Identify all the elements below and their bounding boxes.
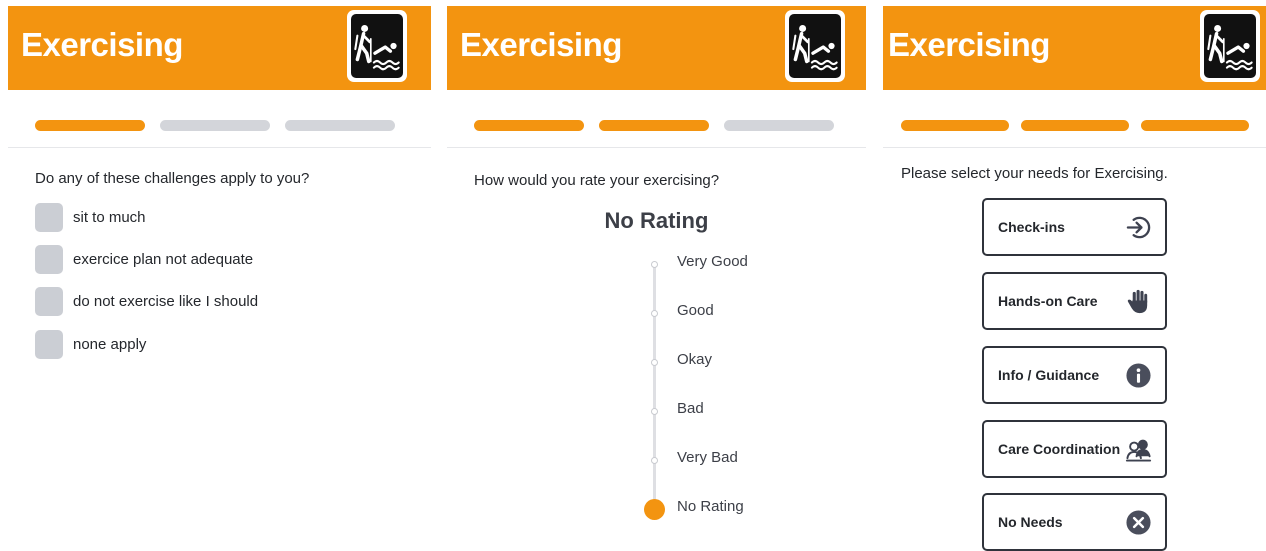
challenge-option-plan-not-adequate[interactable]: exercice plan not adequate (35, 245, 415, 275)
need-label: No Needs (998, 514, 1063, 530)
challenges-screen: Exercising Do any of these challenges ap… (8, 0, 431, 549)
progress-indicator (35, 120, 395, 131)
progress-indicator (901, 120, 1249, 131)
checkbox[interactable] (35, 287, 63, 316)
sign-in-arrow-icon (1125, 214, 1152, 241)
option-label: do not exercise like I should (73, 293, 259, 310)
progress-segment-2 (599, 120, 709, 131)
progress-segment-3 (724, 120, 834, 131)
hand-icon (1125, 288, 1152, 315)
rating-option-no-rating[interactable]: No Rating (677, 498, 744, 515)
rating-option-very-good[interactable]: Very Good (677, 253, 748, 270)
slider-tick (651, 261, 658, 268)
slider-tick (651, 310, 658, 317)
question-text: Please select your needs for Exercising. (901, 165, 1168, 182)
need-hands-on-care-button[interactable]: Hands-on Care (982, 272, 1167, 330)
progress-segment-1 (901, 120, 1009, 131)
progress-segment-2 (160, 120, 270, 131)
current-rating: No Rating (604, 208, 709, 233)
header-bar: Exercising (883, 6, 1266, 90)
checkbox[interactable] (35, 245, 63, 274)
rating-slider-handle[interactable] (644, 499, 665, 520)
option-label: exercice plan not adequate (73, 251, 254, 268)
close-circle-icon (1125, 509, 1152, 536)
need-label: Care Coordination (998, 441, 1121, 457)
slider-tick (651, 359, 658, 366)
need-label: Info / Guidance (998, 367, 1100, 383)
rating-option-okay[interactable]: Okay (677, 351, 712, 368)
people-icon (1125, 436, 1152, 463)
need-label: Hands-on Care (998, 293, 1098, 309)
challenge-option-not-exercise[interactable]: do not exercise like I should (35, 287, 415, 317)
rating-option-good[interactable]: Good (677, 302, 714, 319)
checkbox[interactable] (35, 330, 63, 359)
rating-slider-track[interactable] (653, 262, 656, 509)
header-bar: Exercising (447, 6, 866, 90)
question-text: Do any of these challenges apply to you? (35, 170, 310, 187)
progress-segment-3 (1141, 120, 1249, 131)
needs-screen: Exercising Please select your needs for … (883, 0, 1266, 551)
need-no-needs-button[interactable]: No Needs (982, 493, 1167, 551)
need-check-ins-button[interactable]: Check-ins (982, 198, 1167, 256)
divider (447, 147, 866, 148)
progress-segment-3 (285, 120, 395, 131)
need-care-coordination-button[interactable]: Care Coordination (982, 420, 1167, 478)
page-title: Exercising (21, 26, 183, 63)
header-bar: Exercising (8, 6, 431, 90)
checkbox[interactable] (35, 203, 63, 232)
divider (883, 147, 1266, 148)
need-info-guidance-button[interactable]: Info / Guidance (982, 346, 1167, 404)
slider-tick (651, 408, 658, 415)
divider (8, 147, 431, 148)
info-icon (1125, 362, 1152, 389)
slider-tick (651, 457, 658, 464)
rating-screen: Exercising How would you rate your exerc… (447, 0, 866, 549)
need-label: Check-ins (998, 219, 1065, 235)
progress-segment-1 (35, 120, 145, 131)
page-title: Exercising (460, 26, 622, 63)
question-text: How would you rate your exercising? (474, 172, 720, 189)
option-label: sit to much (73, 209, 146, 226)
hiking-swimming-icon (347, 10, 407, 82)
rating-option-very-bad[interactable]: Very Bad (677, 449, 738, 466)
hiking-swimming-icon (785, 10, 845, 82)
page-title: Exercising (888, 26, 1050, 63)
hiking-swimming-icon (1200, 10, 1260, 82)
progress-segment-1 (474, 120, 584, 131)
challenge-option-none-apply[interactable]: none apply (35, 330, 415, 360)
option-label: none apply (73, 336, 147, 353)
rating-option-bad[interactable]: Bad (677, 400, 704, 417)
progress-indicator (474, 120, 834, 131)
challenge-option-sit-to-much[interactable]: sit to much (35, 203, 415, 233)
progress-segment-2 (1021, 120, 1129, 131)
